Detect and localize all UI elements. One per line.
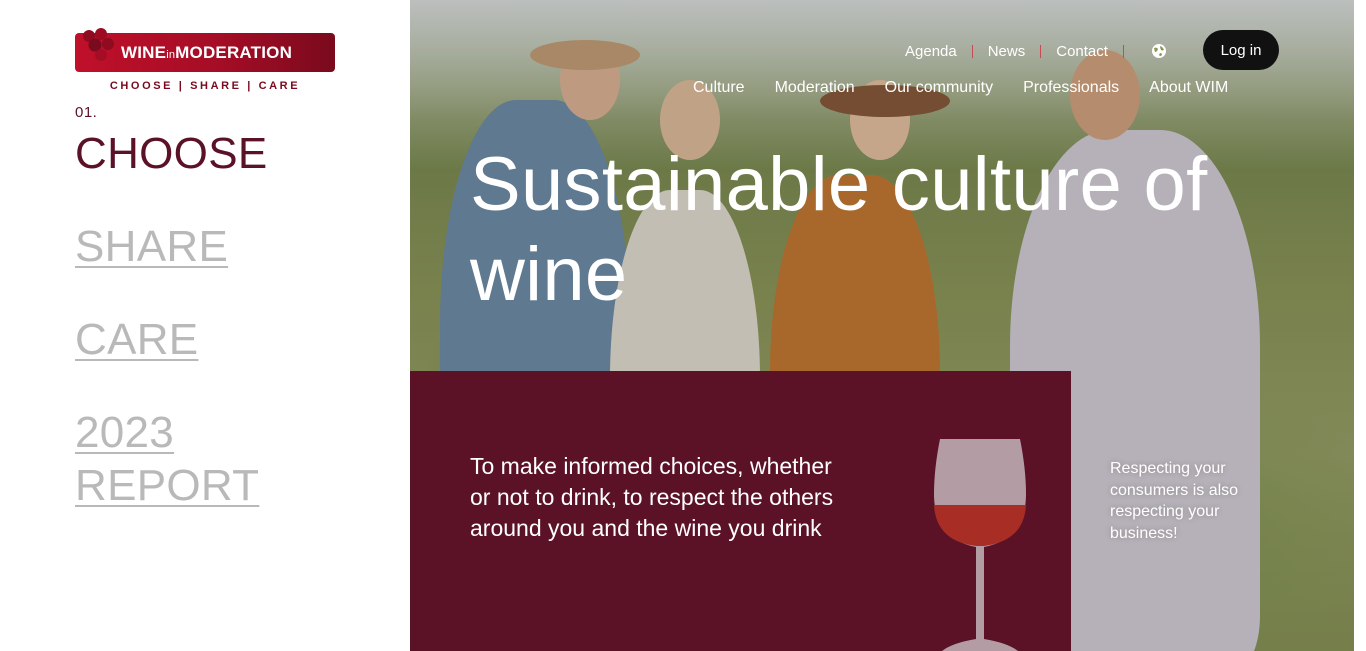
choose-description: To make informed choices, whether or not… bbox=[470, 453, 834, 541]
nav-our-community[interactable]: Our community bbox=[885, 79, 993, 97]
choose-info-box: To make informed choices, whether or not… bbox=[410, 371, 1071, 651]
wine-glass-icon bbox=[934, 439, 1026, 651]
globe-icon[interactable] bbox=[1151, 43, 1167, 59]
grapes-icon bbox=[83, 28, 114, 61]
utility-nav: Agenda News Contact bbox=[905, 40, 1167, 62]
nav-divider bbox=[1040, 44, 1042, 58]
nav-news[interactable]: News bbox=[988, 43, 1026, 60]
page-edge bbox=[1354, 0, 1366, 651]
logo-tagline: CHOOSE | SHARE | CARE bbox=[109, 80, 301, 92]
logo-word-moderation: MODERATION bbox=[175, 43, 293, 62]
step-share-link[interactable]: SHARE bbox=[75, 220, 228, 273]
hero-title: Sustainable culture of wine bbox=[470, 142, 1208, 317]
nav-professionals[interactable]: Professionals bbox=[1023, 79, 1119, 97]
step-choose: CHOOSE bbox=[75, 129, 268, 178]
step-number: 01. bbox=[75, 104, 98, 121]
hero-section: Agenda News Contact Log in Culture Moder… bbox=[410, 0, 1354, 651]
nav-culture[interactable]: Culture bbox=[693, 79, 745, 97]
logo-word-in: in bbox=[166, 49, 176, 61]
nav-divider bbox=[1122, 44, 1124, 58]
login-button[interactable]: Log in bbox=[1203, 30, 1279, 70]
nav-about-wim[interactable]: About WIM bbox=[1149, 79, 1228, 97]
logo-wordmark: WINEinMODERATION bbox=[121, 33, 292, 72]
main-nav: Culture Moderation Our community Profess… bbox=[693, 79, 1228, 97]
step-report-link[interactable]: 2023 REPORT bbox=[75, 406, 275, 512]
step-care-link[interactable]: CARE bbox=[75, 313, 198, 366]
nav-contact[interactable]: Contact bbox=[1056, 43, 1108, 60]
logo-word-wine: WINE bbox=[121, 43, 167, 62]
left-panel: WINEinMODERATION CHOOSE | SHARE | CARE 0… bbox=[0, 0, 410, 651]
side-note: Respecting your consumers is also respec… bbox=[1110, 460, 1239, 542]
nav-agenda[interactable]: Agenda bbox=[905, 43, 957, 60]
nav-moderation[interactable]: Moderation bbox=[775, 79, 855, 97]
nav-divider bbox=[971, 44, 973, 58]
site-logo[interactable]: WINEinMODERATION CHOOSE | SHARE | CARE bbox=[75, 28, 335, 94]
